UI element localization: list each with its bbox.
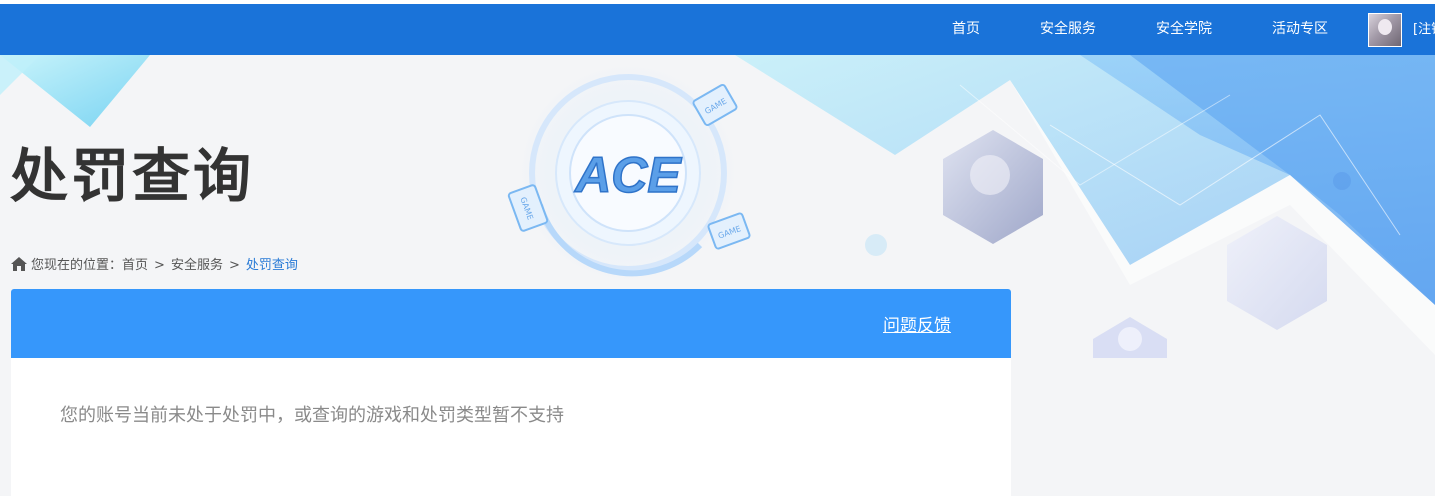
breadcrumb-prefix: 您现在的位置：	[31, 258, 123, 273]
status-message: 您的账号当前未处于处罚中，或查询的游戏和处罚类型暂不支持	[60, 405, 564, 426]
home-icon	[11, 257, 27, 271]
top-navbar: 首页 安全服务 安全学院 活动专区 [注销]	[0, 4, 1435, 55]
breadcrumb-item-home[interactable]: 首页	[122, 258, 148, 273]
breadcrumb-separator: >	[228, 258, 240, 273]
nav-item-home[interactable]: 首页	[952, 4, 980, 55]
breadcrumb-current: 处罚查询	[245, 258, 298, 273]
card-header: 问题反馈	[11, 289, 1011, 358]
feedback-link[interactable]: 问题反馈	[883, 311, 951, 336]
breadcrumb-item-security-service[interactable]: 安全服务	[171, 258, 223, 273]
nav-item-security-academy[interactable]: 安全学院	[1156, 4, 1212, 55]
result-card: 问题反馈 您的账号当前未处于处罚中，或查询的游戏和处罚类型暂不支持	[11, 289, 1011, 496]
user-avatar[interactable]	[1368, 13, 1402, 47]
breadcrumb: 您现在的位置：首页 > 安全服务 > 处罚查询	[11, 256, 298, 276]
breadcrumb-separator: >	[154, 258, 165, 273]
nav-item-security-service[interactable]: 安全服务	[1040, 4, 1096, 55]
page-title: 处罚查询	[10, 142, 255, 210]
ace-logo-text: ACE	[573, 147, 682, 203]
logout-link[interactable]: [注销]	[1413, 4, 1435, 55]
nav-item-events[interactable]: 活动专区	[1272, 4, 1328, 55]
